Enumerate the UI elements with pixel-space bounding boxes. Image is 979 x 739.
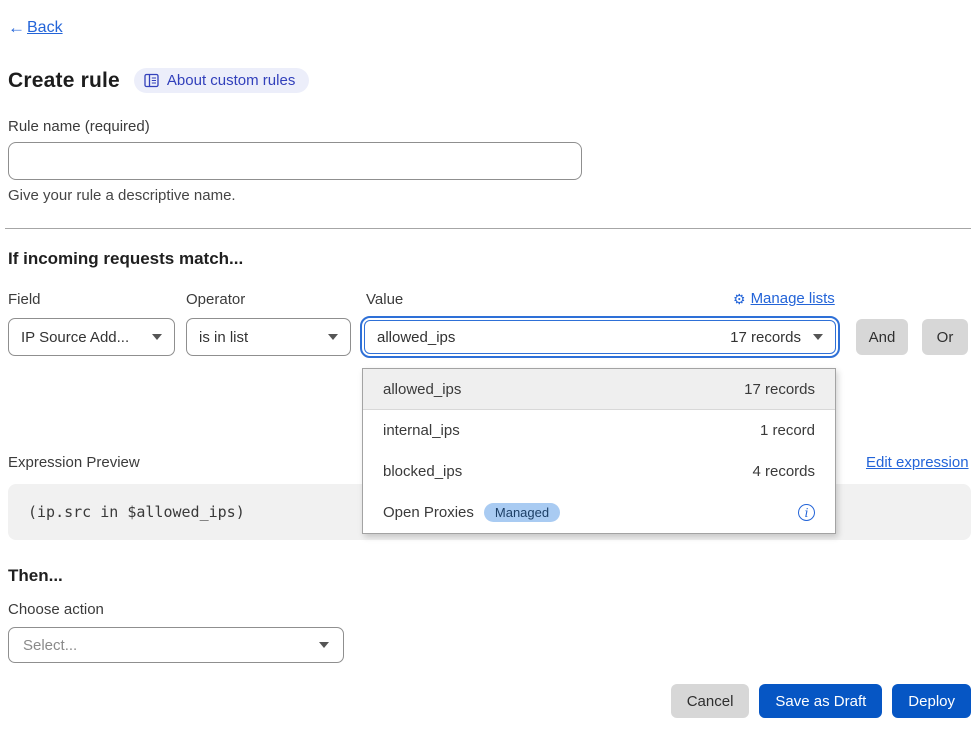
match-section-heading: If incoming requests match... [8,249,243,269]
book-icon [144,73,159,88]
value-select-value: allowed_ips [377,329,455,346]
value-dropdown-menu: allowed_ips 17 records internal_ips 1 re… [362,368,836,534]
and-button[interactable]: And [856,319,908,355]
field-label: Field [8,291,41,308]
info-icon[interactable]: i [798,504,815,521]
chevron-down-icon [328,334,338,340]
gear-icon: ⚙ [733,292,746,306]
operator-select-value: is in list [199,329,248,346]
back-link[interactable]: Back [27,19,63,37]
list-item-internal-ips[interactable]: internal_ips 1 record [363,410,835,451]
list-item-name: Open Proxies [383,504,474,521]
list-item-allowed-ips[interactable]: allowed_ips 17 records [363,369,835,410]
edit-expression-link[interactable]: Edit expression [866,454,969,471]
manage-lists-link[interactable]: ⚙ Manage lists [733,290,835,307]
footer-actions: Cancel Save as Draft Deploy [0,684,971,718]
list-item-name: internal_ips [383,422,460,439]
list-item-meta: 1 record [760,422,815,439]
value-select[interactable]: allowed_ips 17 records [364,320,836,354]
list-item-name: blocked_ips [383,463,462,480]
value-select-focus-ring: allowed_ips 17 records [360,316,840,358]
expression-code: (ip.src in $allowed_ips) [28,503,245,521]
about-custom-rules-link[interactable]: About custom rules [134,68,309,93]
expression-preview-label: Expression Preview [8,454,140,471]
field-select-value: IP Source Add... [21,329,129,346]
chevron-down-icon [319,642,329,648]
list-item-blocked-ips[interactable]: blocked_ips 4 records [363,451,835,492]
or-button[interactable]: Or [922,319,968,355]
rule-name-helper: Give your rule a descriptive name. [8,187,236,204]
back-arrow-icon: ← [8,18,25,38]
managed-badge: Managed [484,503,560,522]
action-select-placeholder: Select... [23,637,77,654]
then-section-heading: Then... [8,566,63,586]
deploy-button[interactable]: Deploy [892,684,971,718]
back-nav[interactable]: ← Back [8,18,63,38]
operator-select[interactable]: is in list [186,318,351,356]
value-label: Value [366,291,403,308]
list-item-open-proxies[interactable]: Open Proxies Managed i [363,492,835,533]
rule-name-label: Rule name (required) [8,118,150,135]
about-badge-label: About custom rules [167,72,295,89]
section-divider [5,228,971,229]
rule-name-input[interactable] [8,142,582,180]
value-select-meta: 17 records [730,329,801,346]
title-row: Create rule About custom rules [8,68,309,93]
create-rule-page: ← Back Create rule About custom rules Ru… [0,0,979,739]
operator-label: Operator [186,291,245,308]
list-item-meta: 17 records [744,381,815,398]
field-select[interactable]: IP Source Add... [8,318,175,356]
manage-lists-label: Manage lists [751,290,835,307]
cancel-button[interactable]: Cancel [671,684,750,718]
chevron-down-icon [813,334,823,340]
list-item-meta: 4 records [752,463,815,480]
choose-action-label: Choose action [8,601,104,618]
chevron-down-icon [152,334,162,340]
page-title: Create rule [8,69,120,93]
save-as-draft-button[interactable]: Save as Draft [759,684,882,718]
action-select[interactable]: Select... [8,627,344,663]
list-item-name: allowed_ips [383,381,461,398]
